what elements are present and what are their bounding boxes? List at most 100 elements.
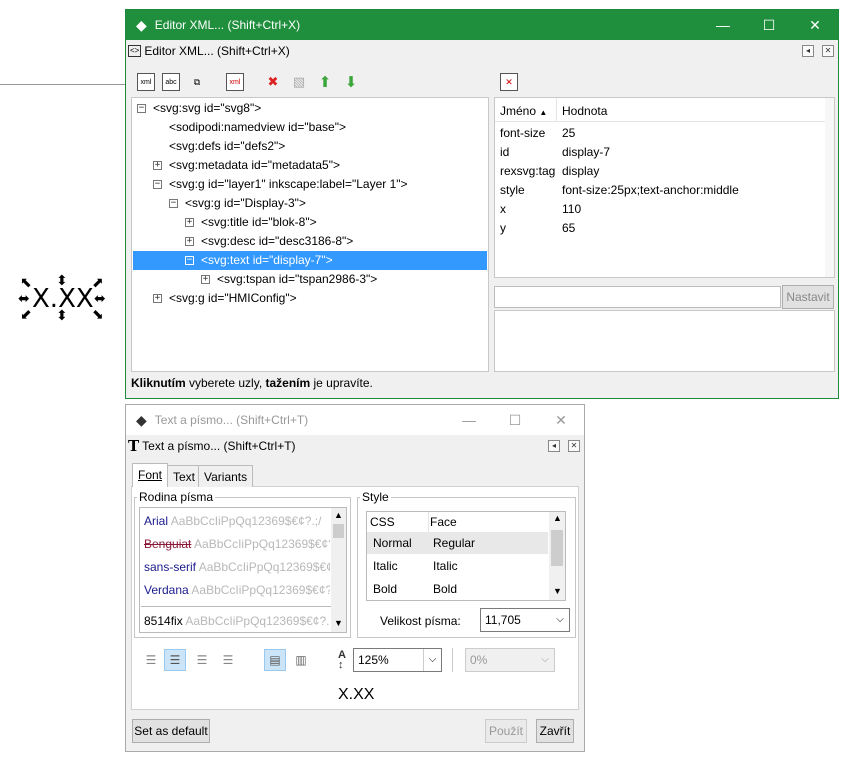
xml-editor-titlebar[interactable]: ◆ Editor XML... (Shift+Ctrl+X) — ☐ ✕ bbox=[126, 10, 838, 40]
tree-node[interactable]: <svg:text id="display-7"> bbox=[201, 251, 333, 270]
attribute-value[interactable]: 65 bbox=[562, 219, 575, 238]
attribute-name[interactable]: font-size bbox=[500, 124, 545, 143]
tree-node[interactable]: <svg:title id="blok-8"> bbox=[201, 213, 317, 232]
tree-node[interactable]: <sodipodi:namedview id="base"> bbox=[169, 118, 346, 137]
attribute-value-editor[interactable] bbox=[494, 310, 835, 372]
style-css-cell[interactable]: Normal bbox=[373, 532, 412, 554]
expand-icon[interactable]: + bbox=[153, 294, 162, 303]
attribute-value[interactable]: display-7 bbox=[562, 143, 610, 162]
attribute-value[interactable]: 110 bbox=[562, 200, 581, 219]
tree-node[interactable]: <svg:tspan id="tspan2986-3"> bbox=[217, 270, 377, 289]
minimize-button[interactable]: — bbox=[700, 10, 746, 40]
lower-node-button[interactable]: ⬇ bbox=[342, 73, 360, 91]
scale-handle-sw-icon[interactable]: ⬋ bbox=[20, 308, 32, 322]
attribute-value[interactable]: 25 bbox=[562, 124, 575, 143]
tree-node[interactable]: <svg:g id="layer1" inkscape:label="Layer… bbox=[169, 175, 408, 194]
close-dialog-button[interactable]: Zavřít bbox=[536, 719, 574, 743]
tree-node[interactable]: <svg:desc id="desc3186-8"> bbox=[201, 232, 353, 251]
line-spacing-combo[interactable]: 125% ⌵ bbox=[353, 648, 442, 672]
scroll-thumb[interactable] bbox=[333, 524, 344, 538]
tab-variants[interactable]: Variants bbox=[198, 465, 254, 487]
tree-node[interactable]: <svg:g id="Display-3"> bbox=[185, 194, 306, 213]
attribute-name[interactable]: id bbox=[500, 143, 509, 162]
new-text-node-button[interactable]: abc bbox=[162, 73, 180, 91]
style-face-cell[interactable]: Italic bbox=[433, 555, 458, 577]
scale-handle-w-icon[interactable]: ⬌ bbox=[18, 292, 30, 306]
attribute-name[interactable]: x bbox=[500, 200, 506, 219]
tree-node[interactable]: <svg:metadata id="metadata5"> bbox=[169, 156, 340, 175]
collapse-icon[interactable]: − bbox=[169, 199, 178, 208]
scale-handle-ne-icon[interactable]: ⬈ bbox=[92, 276, 104, 290]
duplicate-node-button[interactable]: ⧉ bbox=[188, 73, 206, 91]
collapse-icon[interactable]: − bbox=[153, 180, 162, 189]
attribute-value-input[interactable] bbox=[494, 286, 781, 308]
set-as-default-button[interactable]: Set as default bbox=[132, 719, 210, 743]
close-button[interactable]: ✕ bbox=[538, 405, 584, 435]
align-justify-button[interactable]: ☰ bbox=[217, 649, 239, 671]
dock-iconify-button[interactable]: ◂ bbox=[802, 45, 814, 57]
scale-handle-s-icon[interactable]: ⬍ bbox=[56, 309, 68, 323]
attribute-name[interactable]: y bbox=[500, 219, 506, 238]
align-left-button[interactable]: ☰ bbox=[140, 649, 162, 671]
dock-iconify-button[interactable]: ◂ bbox=[548, 440, 560, 452]
align-right-button[interactable]: ☰ bbox=[191, 649, 213, 671]
font-family-item[interactable]: Verdana AaBbCcIiPpQq12369$€¢?.;/ bbox=[144, 579, 330, 601]
expand-icon[interactable]: + bbox=[201, 275, 210, 284]
delete-node-button[interactable]: xml bbox=[226, 73, 244, 91]
expand-icon[interactable]: + bbox=[185, 218, 194, 227]
expand-icon[interactable]: + bbox=[185, 237, 194, 246]
apply-button[interactable]: Použít bbox=[485, 719, 527, 743]
tree-node[interactable]: <svg:g id="HMIConfig"> bbox=[169, 289, 297, 308]
collapse-icon[interactable]: − bbox=[185, 256, 194, 265]
style-css-cell[interactable]: Bold bbox=[373, 578, 397, 600]
font-family-item[interactable]: Benguiat AaBbCcIiPpQq12369$€¢?.;/ bbox=[144, 533, 330, 555]
font-family-item[interactable]: 8514fix AaBbCcIiPpQq12369$€¢?.;/ bbox=[144, 610, 330, 632]
style-col-css[interactable]: CSS bbox=[370, 515, 395, 529]
collapse-icon[interactable]: − bbox=[137, 104, 146, 113]
indent-button[interactable]: ▧ bbox=[290, 73, 308, 91]
attribute-name[interactable]: style bbox=[500, 181, 525, 200]
scale-handle-nw-icon[interactable]: ⬉ bbox=[20, 276, 32, 290]
font-style-group-title: Style bbox=[360, 490, 391, 504]
align-center-button[interactable]: ☰ bbox=[164, 649, 186, 671]
attribute-value[interactable]: font-size:25px;text-anchor:middle bbox=[562, 181, 739, 200]
col-name-header[interactable]: Jméno ▲ bbox=[500, 104, 547, 118]
delete-attribute-button[interactable]: ✕ bbox=[500, 73, 518, 91]
scale-handle-se-icon[interactable]: ⬊ bbox=[92, 308, 104, 322]
col-value-header[interactable]: Hodnota bbox=[562, 104, 607, 118]
raise-node-button[interactable]: ⬆ bbox=[316, 73, 334, 91]
style-face-cell[interactable]: Regular bbox=[433, 532, 475, 554]
style-css-cell[interactable]: Italic bbox=[373, 555, 398, 577]
expand-icon[interactable]: + bbox=[153, 161, 162, 170]
vertical-text-button[interactable]: ▥ bbox=[290, 649, 312, 671]
letter-spacing-combo[interactable]: 0% ⌵ bbox=[465, 648, 555, 672]
dock-close-button[interactable]: ✕ bbox=[568, 440, 580, 452]
set-attribute-button[interactable]: Nastavit bbox=[782, 285, 834, 309]
scale-handle-n-icon[interactable]: ⬍ bbox=[56, 274, 68, 288]
scale-handle-e-icon[interactable]: ⬌ bbox=[94, 292, 106, 306]
tab-text[interactable]: Text bbox=[167, 465, 202, 487]
unindent-button[interactable]: ✖ bbox=[264, 73, 282, 91]
tree-node[interactable]: <svg:defs id="defs2"> bbox=[169, 137, 285, 156]
tree-node[interactable]: <svg:svg id="svg8"> bbox=[153, 99, 261, 118]
scroll-thumb[interactable] bbox=[551, 530, 563, 566]
font-family-item[interactable]: Arial AaBbCcIiPpQq12369$€¢?.;/ bbox=[144, 510, 330, 532]
maximize-button[interactable]: ☐ bbox=[746, 10, 792, 40]
maximize-button[interactable]: ☐ bbox=[492, 405, 538, 435]
attribute-name[interactable]: rexsvg:tag bbox=[500, 162, 555, 181]
close-button[interactable]: ✕ bbox=[792, 10, 838, 40]
style-col-face[interactable]: Face bbox=[430, 515, 457, 529]
font-family-item[interactable]: sans-serif AaBbCcIiPpQq12369$€¢?.;/ bbox=[144, 556, 330, 578]
tab-font[interactable]: Font bbox=[132, 463, 169, 487]
dock-close-button[interactable]: ✕ bbox=[822, 45, 834, 57]
new-element-node-button[interactable]: xml bbox=[137, 73, 155, 91]
text-font-titlebar[interactable]: ◆ Text a písmo... (Shift+Ctrl+T) — ☐ ✕ bbox=[126, 405, 584, 435]
attribute-value[interactable]: display bbox=[562, 162, 599, 181]
horizontal-text-button[interactable]: ▤ bbox=[264, 649, 286, 671]
attribute-scrollbar[interactable] bbox=[825, 98, 834, 277]
font-family-scrollbar[interactable]: ▲ ▼ bbox=[331, 508, 346, 632]
font-style-scrollbar[interactable]: ▲ ▼ bbox=[549, 512, 565, 600]
minimize-button[interactable]: — bbox=[446, 405, 492, 435]
style-face-cell[interactable]: Bold bbox=[433, 578, 457, 600]
font-size-combo[interactable]: 11,705 ⌵ bbox=[480, 608, 570, 632]
